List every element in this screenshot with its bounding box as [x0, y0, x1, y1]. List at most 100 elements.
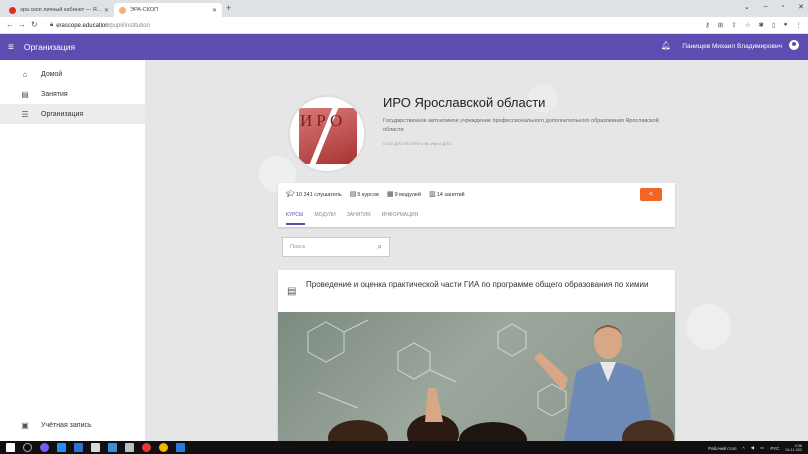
key-icon[interactable]: ⚷ — [705, 21, 710, 29]
windows-start-icon[interactable] — [6, 443, 15, 452]
sidebar: ⌂ Домой ▤ Занятия ☰ Организация ▣ Учётна… — [0, 60, 145, 441]
sidebar-item-account[interactable]: ▣ Учётная запись — [0, 415, 145, 435]
account-box-icon: ▣ — [21, 420, 29, 430]
app-header: ≡ Организация 🔔︎ Панищев Михаил Владимир… — [0, 34, 808, 60]
content-tabs: КУРСЫ МОДУЛИ ЗАНЯТИЯ ИНФОРМАЦИЯ — [286, 212, 418, 218]
search-icon[interactable] — [23, 443, 32, 452]
close-icon[interactable]: ✕ — [212, 7, 217, 14]
stat-listeners: 🎓︎10 341 слушатель — [286, 191, 342, 198]
stat-modules: ▦9 модулей — [386, 191, 422, 198]
desktop-label[interactable]: Рабочий стол — [708, 446, 736, 451]
tab-courses[interactable]: КУРСЫ — [286, 212, 303, 218]
sidebar-item-label: Учётная запись — [41, 421, 92, 429]
menu-icon[interactable]: ≡ — [8, 42, 14, 53]
course-illustration — [307, 319, 674, 441]
minimize-icon[interactable]: – — [764, 3, 768, 11]
share-page-icon[interactable]: ⇪ — [731, 21, 736, 29]
url-path: /pupil/institution — [108, 22, 150, 29]
course-image — [278, 312, 675, 441]
logo-letters: ИРО — [300, 111, 347, 130]
sidebar-item-organization[interactable]: ☰ Организация — [0, 104, 145, 124]
star-icon[interactable]: ☆ — [745, 21, 751, 29]
reload-icon[interactable]: ↻ — [31, 20, 38, 29]
network-icon[interactable]: ▭ — [760, 445, 764, 451]
bell-icon[interactable]: 🔔︎ — [661, 41, 671, 50]
tab-label: ЭРА-СКОП — [130, 7, 159, 13]
organization-logo: ИРО — [288, 95, 366, 173]
system-tray: Рабочий стол ^ ◀︎ ▭ РУС 9:36 24.11.202 — [708, 444, 802, 452]
home-icon: ⌂ — [22, 69, 28, 79]
more-icon[interactable]: ⋮ — [796, 21, 803, 29]
close-icon[interactable]: ✕ — [104, 7, 109, 14]
file-explorer-icon[interactable] — [74, 443, 83, 452]
extensions-icon[interactable]: ✱ — [759, 21, 764, 29]
course-card[interactable]: ▤ Проведение и оценка практической части… — [278, 270, 675, 441]
sidebar-toggle-icon[interactable]: ▯ — [772, 21, 776, 29]
sidebar-item-home[interactable]: ⌂ Домой — [0, 64, 145, 84]
tab-label: эра скоп личный кабинет — Я… — [20, 7, 103, 13]
tab-favicon-icon — [9, 6, 16, 14]
page-title: Организация — [23, 42, 76, 52]
tab-information[interactable]: ИНФОРМАЦИЯ — [382, 212, 419, 218]
browser-tab-2[interactable]: ЭРА-СКОП ✕ — [114, 3, 222, 17]
profile-icon[interactable]: ● — [784, 21, 788, 29]
volume-icon[interactable]: ◀︎ — [751, 445, 754, 451]
search-icon[interactable]: ⌕ — [378, 242, 382, 252]
graduation-cap-icon: 🎓︎ — [286, 191, 295, 198]
forward-icon[interactable]: → — [18, 20, 26, 29]
active-tab-indicator — [286, 223, 305, 225]
organization-description: Государственное автономное учреждение пр… — [383, 118, 659, 133]
stat-courses: ▤5 курсов — [349, 191, 379, 198]
search-placeholder: Поиск — [290, 244, 306, 250]
chrome-icon[interactable] — [159, 443, 168, 452]
clock[interactable]: 9:36 24.11.202 — [785, 444, 802, 452]
stat-lessons: ▥14 занятий — [429, 191, 465, 198]
list-icon: ☰ — [21, 109, 29, 119]
maximize-icon[interactable]: ▫ — [782, 3, 784, 11]
book-icon: ▤ — [21, 89, 29, 99]
sidebar-item-lessons[interactable]: ▤ Занятия — [0, 84, 145, 104]
main-content: ИРО ИРО Ярославской области Государствен… — [145, 60, 808, 441]
organization-name: ИРО Ярославской области — [383, 95, 546, 110]
browser-app-icon[interactable] — [40, 443, 49, 452]
edge-icon[interactable] — [57, 443, 66, 452]
windows-taskbar: Рабочий стол ^ ◀︎ ▭ РУС 9:36 24.11.202 — [0, 441, 808, 454]
sidebar-item-label: Организация — [41, 110, 84, 118]
extension-icons: ⚷ ⊞ ⇪ ☆ ✱ ▯ ● ⋮ — [705, 21, 802, 29]
tab-modules[interactable]: МОДУЛИ — [314, 212, 335, 218]
share-icon: < — [648, 191, 654, 198]
stats-row: 🎓︎10 341 слушатель ▤5 курсов ▦9 модулей … — [286, 190, 465, 198]
close-window-icon[interactable]: ✕ — [798, 3, 804, 11]
tab-lessons[interactable]: ЗАНЯТИЯ — [347, 212, 371, 218]
back-icon[interactable]: ← — [6, 20, 14, 29]
language-indicator[interactable]: РУС — [770, 446, 779, 451]
word-icon[interactable] — [176, 443, 185, 452]
sidebar-item-label: Домой — [41, 70, 63, 78]
chevron-up-icon[interactable]: ^ — [743, 446, 745, 451]
course-title[interactable]: Проведение и оценка практической части Г… — [306, 278, 656, 292]
browser-tab-strip: эра скоп личный кабинет — Я… ✕ ЭРА-СКОП … — [0, 0, 808, 17]
store-icon[interactable] — [91, 443, 100, 452]
calculator-icon[interactable] — [125, 443, 134, 452]
tab-search-icon[interactable]: ⌄ — [744, 3, 750, 11]
user-name[interactable]: Панищев Михаил Владимирович — [682, 43, 782, 50]
new-tab-button[interactable]: + — [226, 3, 231, 13]
browser-tab-1[interactable]: эра скоп личный кабинет — Я… ✕ — [4, 3, 114, 17]
address-bar-row: ← → ↻ 🔒︎ erascope.education /pupil/insti… — [0, 17, 808, 34]
lock-icon: 🔒︎ — [50, 22, 54, 28]
translate-icon[interactable]: ⊞ — [718, 21, 723, 29]
mail-icon[interactable] — [108, 443, 117, 452]
account-circle-icon[interactable] — [789, 40, 799, 50]
yandex-browser-icon[interactable] — [142, 443, 151, 452]
search-input[interactable]: Поиск ⌕ — [282, 237, 390, 257]
clock-date: 24.11.202 — [785, 448, 802, 452]
organization-stats-card: 🎓︎10 341 слушатель ▤5 курсов ▦9 модулей … — [278, 183, 675, 227]
url-host: erascope.education — [56, 22, 109, 29]
sidebar-item-label: Занятия — [41, 90, 68, 98]
tab-favicon-icon — [119, 6, 126, 14]
course-book-icon: ▤ — [287, 286, 297, 297]
window-controls: ⌄ – ▫ ✕ — [744, 3, 804, 11]
url-field[interactable]: 🔒︎ erascope.education /pupil/institution — [50, 20, 690, 31]
share-button[interactable]: < — [640, 188, 662, 201]
modules-icon: ▦ — [386, 191, 394, 198]
